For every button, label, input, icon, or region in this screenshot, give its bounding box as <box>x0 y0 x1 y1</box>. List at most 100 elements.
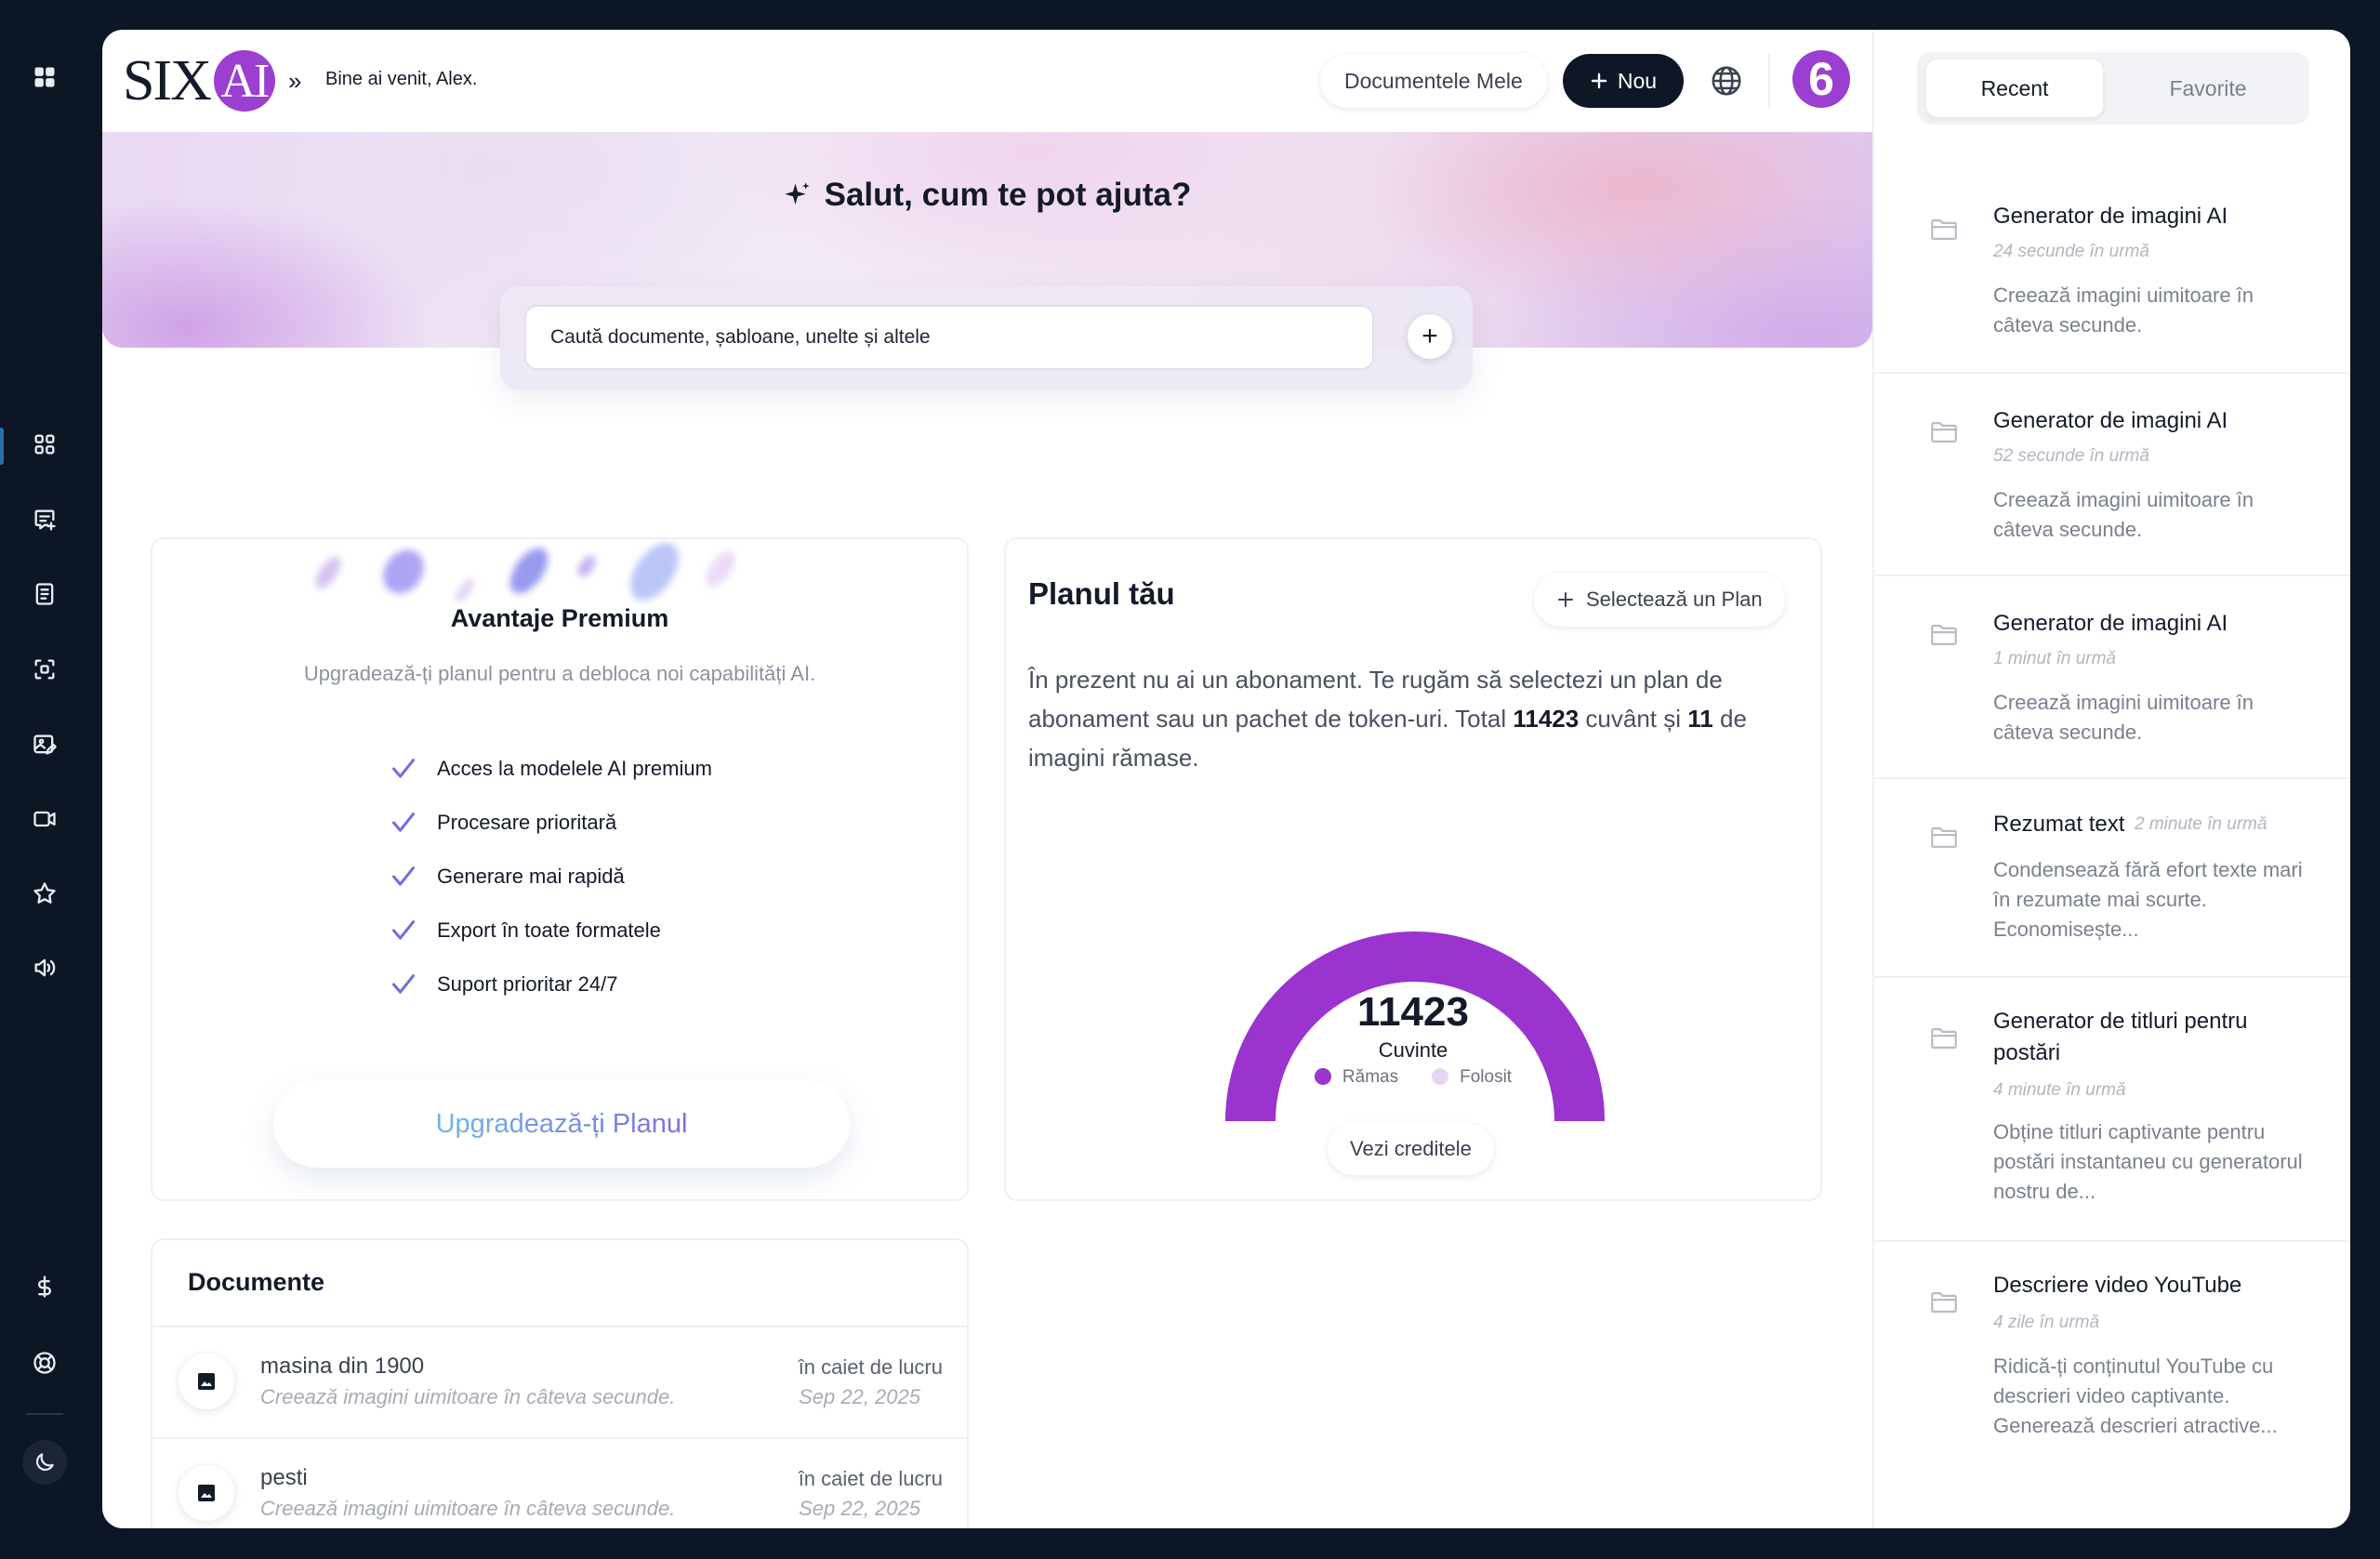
star-icon[interactable] <box>26 875 63 912</box>
feature-label: Procesare prioritară <box>437 811 617 834</box>
search-input[interactable]: Caută documente, șabloane, unelte și alt… <box>524 305 1374 370</box>
folder-icon <box>1931 1027 1957 1050</box>
document-icon[interactable] <box>26 575 63 613</box>
recent-desc: Ridică-ți conținutul YouTube cu descrier… <box>1993 1354 2278 1437</box>
list-item[interactable]: Generator de imagini AI 52 secunde în ur… <box>1874 374 2350 576</box>
hero-title-text: Salut, cum te pot ajuta? <box>824 177 1192 213</box>
recent-time: 4 zile în urmă <box>1993 1313 2100 1332</box>
recent-time: 4 minute în urmă <box>1993 1080 2126 1100</box>
theme-toggle-button[interactable] <box>22 1440 67 1485</box>
document-date: Sep 22, 2025 <box>799 1385 920 1408</box>
recent-title: Generator de titluri pentru postări <box>1993 1009 2248 1065</box>
plan-title: Planul tău <box>1028 576 1175 611</box>
list-item[interactable]: Generator de imagini AI 24 secunde în ur… <box>1874 169 2350 374</box>
document-location: în caiet de lucru <box>798 1467 943 1490</box>
audio-icon[interactable] <box>26 949 63 986</box>
premium-subtitle: Upgradează-ți planul pentru a debloca no… <box>303 662 816 685</box>
legend-used: Folosit <box>1432 1067 1512 1088</box>
logo[interactable]: SIX AI <box>123 48 275 113</box>
avatar[interactable]: 6 <box>1792 50 1850 108</box>
recent-tabs: Recent Favorite <box>1917 52 2309 125</box>
support-icon[interactable] <box>26 1344 63 1381</box>
recent-title: Rezumat text <box>1993 812 2125 837</box>
upgrade-plan-button[interactable]: Upgradează-ți Planul <box>273 1080 850 1168</box>
list-item[interactable]: Rezumat text 2 minute în urmă Condenseaz… <box>1874 779 2350 978</box>
search-panel: Caută documente, șabloane, unelte și alt… <box>500 286 1473 390</box>
new-button[interactable]: Nou <box>1563 54 1684 108</box>
breadcrumb-separator-icon: » <box>288 67 302 95</box>
recent-desc: Obține titluri captivante pentru postări… <box>1993 1120 2303 1203</box>
select-plan-button[interactable]: Selectează un Plan <box>1534 573 1785 627</box>
chat-add-icon[interactable] <box>26 501 63 538</box>
gauge-unit: Cuvinte <box>1378 1038 1448 1062</box>
plus-icon <box>1558 592 1573 607</box>
list-item[interactable]: Generator de titluri pentru postări 4 mi… <box>1874 978 2350 1242</box>
recent-desc: Creează imagini uimitoare în câteva secu… <box>1993 691 2254 744</box>
feature-label: Generare mai rapidă <box>437 865 625 888</box>
decorative-blobs <box>264 539 859 614</box>
recent-time: 1 minut în urmă <box>1993 649 2116 668</box>
left-rail <box>0 0 89 1559</box>
globe-icon[interactable] <box>1709 63 1744 99</box>
tab-favorites[interactable]: Favorite <box>2120 59 2296 117</box>
plus-icon <box>1591 73 1607 89</box>
words-total: 11423 <box>1513 705 1580 733</box>
recent-title: Descriere video YouTube <box>1993 1273 2242 1298</box>
table-row[interactable]: pesti Creează imagini uimitoare în câtev… <box>152 1439 967 1528</box>
folder-icon <box>1931 624 1957 646</box>
folder-icon <box>1931 826 1957 849</box>
my-documents-button[interactable]: Documentele Mele <box>1320 54 1547 108</box>
document-desc: Creează imagini uimitoare în câteva secu… <box>260 1385 676 1408</box>
moon-icon <box>35 1453 54 1472</box>
image-edit-icon[interactable] <box>26 726 63 763</box>
image-icon <box>178 1354 234 1409</box>
recent-panel: Recent Favorite Generator de imagini AI … <box>1872 30 2350 1528</box>
feature-list: Acces la modelele AI premium Procesare p… <box>390 742 712 1011</box>
plan-card: Planul tău Selectează un Plan În prezent… <box>1004 537 1822 1201</box>
upgrade-plan-label: Upgradează-ți Planul <box>435 1108 688 1139</box>
dashboard-icon[interactable] <box>26 426 63 463</box>
feature-item: Export în toate formatele <box>390 904 712 958</box>
apps-grid-icon[interactable] <box>26 59 63 96</box>
plan-description: În prezent nu ai un abonament. Te rugăm … <box>1028 660 1800 777</box>
sparkle-icon <box>784 182 810 205</box>
search-add-button[interactable]: + <box>1408 314 1452 359</box>
feature-item: Acces la modelele AI premium <box>390 742 712 796</box>
active-indicator <box>0 428 4 465</box>
image-icon <box>178 1465 234 1521</box>
feature-label: Export în toate formatele <box>437 918 661 942</box>
rail-divider <box>26 1413 63 1415</box>
view-credits-button[interactable]: Vezi creditele <box>1328 1123 1494 1175</box>
legend-dot-remaining <box>1314 1068 1331 1085</box>
list-item[interactable]: Descriere video YouTube 4 zile în urmă R… <box>1874 1242 2350 1484</box>
recent-title: Generator de imagini AI <box>1993 204 2228 229</box>
recent-desc: Creează imagini uimitoare în câteva secu… <box>1993 284 2254 337</box>
document-name: masina din 1900 <box>260 1354 425 1379</box>
tab-recent[interactable]: Recent <box>1926 59 2103 117</box>
logo-badge: AI <box>213 50 275 112</box>
feature-label: Acces la modelele AI premium <box>437 757 712 780</box>
feature-label: Suport prioritar 24/7 <box>437 972 618 996</box>
top-header: SIX AI » Bine ai venit, Alex. Documentel… <box>102 30 1872 132</box>
welcome-text: Bine ai venit, Alex. <box>325 69 478 89</box>
folder-icon <box>1931 1291 1957 1314</box>
list-item[interactable]: Generator de imagini AI 1 minut în urmă … <box>1874 576 2350 779</box>
dollar-icon[interactable] <box>26 1268 63 1305</box>
premium-card: Avantaje Premium Upgradează-ți planul pe… <box>151 537 969 1201</box>
scan-icon[interactable] <box>26 651 63 688</box>
check-icon <box>391 920 416 940</box>
video-icon[interactable] <box>26 800 63 838</box>
legend-used-label: Folosit <box>1460 1067 1513 1087</box>
feature-item: Generare mai rapidă <box>390 850 712 904</box>
document-date: Sep 22, 2025 <box>799 1497 920 1520</box>
logo-text: SIX <box>123 49 212 112</box>
table-row[interactable]: masina din 1900 Creează imagini uimitoar… <box>152 1328 967 1439</box>
documents-title: Documente <box>188 1268 325 1296</box>
legend-dot-used <box>1432 1068 1449 1085</box>
check-icon <box>391 974 416 994</box>
recent-title: Generator de imagini AI <box>1993 611 2228 636</box>
recent-desc: Condensează fără efort texte mari în rez… <box>1993 858 2303 941</box>
documents-card: Documente masina din 1900 Creează imagin… <box>151 1238 969 1528</box>
plan-text-part: cuvânt și <box>1579 705 1688 733</box>
document-desc: Creează imagini uimitoare în câteva secu… <box>260 1497 676 1520</box>
